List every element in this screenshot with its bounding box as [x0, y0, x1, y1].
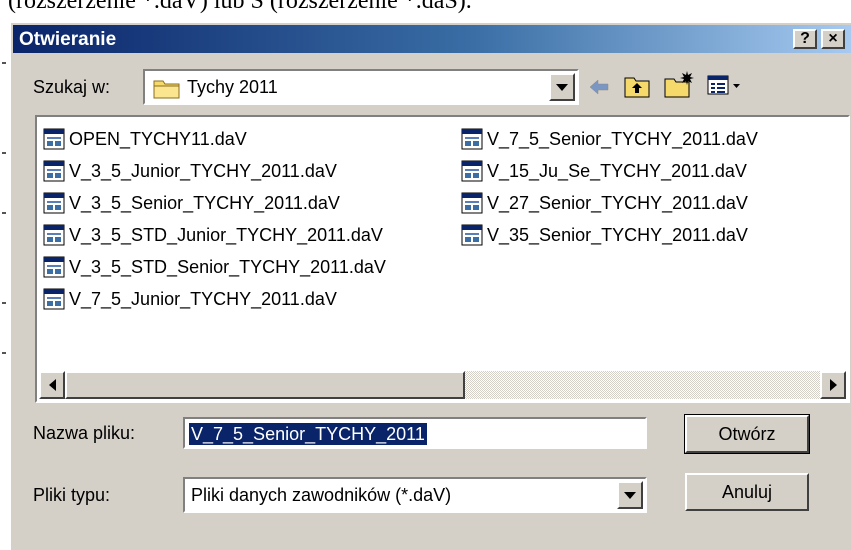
- document-background-text: (rozszerzenie *.daV) lub S (rozszerzenie…: [8, 0, 472, 14]
- file-name-text: V_3_5_Senior_TYCHY_2011.daV: [69, 192, 340, 213]
- file-list-item[interactable]: V_27_Senior_TYCHY_2011.daV: [461, 189, 748, 217]
- look-in-value: Tychy 2011: [187, 77, 278, 97]
- file-name-text: V_7_5_Junior_TYCHY_2011.daV: [69, 288, 337, 309]
- arrow-left-icon: [48, 379, 56, 391]
- document-file-icon: [43, 256, 65, 278]
- look-in-label: Szukaj w:: [33, 77, 111, 97]
- file-name-text: V_3_5_STD_Senior_TYCHY_2011.daV: [69, 256, 386, 277]
- file-name-text: V_7_5_Senior_TYCHY_2011.daV: [487, 128, 758, 149]
- file-list-item[interactable]: V_7_5_Junior_TYCHY_2011.daV: [43, 285, 337, 313]
- document-file-icon: [461, 128, 483, 150]
- file-name-text: V_3_5_Junior_TYCHY_2011.daV: [69, 160, 337, 181]
- horizontal-scrollbar[interactable]: [39, 371, 846, 399]
- file-name-input[interactable]: V_7_5_Senior_TYCHY_2011: [183, 417, 647, 449]
- file-name-label: Nazwa pliku:: [33, 423, 136, 443]
- margin-mark: [2, 212, 6, 214]
- margin-mark: [2, 152, 6, 154]
- look-in-dropdown-button[interactable]: [549, 73, 575, 101]
- document-file-icon: [461, 160, 483, 182]
- file-list-item[interactable]: V_3_5_Senior_TYCHY_2011.daV: [43, 189, 340, 217]
- chevron-down-icon: [624, 491, 636, 499]
- file-name-text: V_15_Ju_Se_TYCHY_2011.daV: [487, 160, 747, 181]
- file-list-item[interactable]: V_7_5_Senior_TYCHY_2011.daV: [461, 125, 758, 153]
- file-name-selected-text: V_7_5_Senior_TYCHY_2011: [189, 423, 427, 445]
- file-list-item[interactable]: V_15_Ju_Se_TYCHY_2011.daV: [461, 157, 747, 185]
- file-list-item[interactable]: V_3_5_STD_Junior_TYCHY_2011.daV: [43, 221, 383, 249]
- document-file-icon: [43, 288, 65, 310]
- cancel-button[interactable]: Anuluj: [685, 473, 809, 511]
- scrollbar-thumb[interactable]: [65, 371, 465, 399]
- chevron-down-icon: [556, 83, 568, 91]
- file-list-item[interactable]: V_3_5_Junior_TYCHY_2011.daV: [43, 157, 337, 185]
- document-file-icon: [43, 128, 65, 150]
- folder-icon: [153, 80, 180, 99]
- document-file-icon: [43, 224, 65, 246]
- help-button[interactable]: ?: [793, 29, 817, 49]
- margin-mark: [2, 302, 6, 304]
- file-list-item[interactable]: V_3_5_STD_Senior_TYCHY_2011.daV: [43, 253, 386, 281]
- back-arrow-icon[interactable]: [587, 75, 611, 99]
- arrow-right-icon: [829, 379, 837, 391]
- title-bar[interactable]: Otwieranie ? ×: [13, 25, 851, 53]
- look-in-dropdown[interactable]: Tychy 2011: [143, 69, 579, 105]
- margin-mark: [2, 62, 6, 64]
- file-name-text: OPEN_TYCHY11.daV: [69, 128, 247, 149]
- document-file-icon: [43, 160, 65, 182]
- up-folder-icon[interactable]: [623, 73, 651, 99]
- document-file-icon: [461, 192, 483, 214]
- margin-mark: [2, 352, 6, 354]
- file-name-text: V_3_5_STD_Junior_TYCHY_2011.daV: [69, 224, 383, 245]
- scroll-left-button[interactable]: [39, 371, 65, 399]
- file-type-dropdown[interactable]: Pliki danych zawodników (*.daV): [183, 477, 647, 513]
- file-name-text: V_35_Senior_TYCHY_2011.daV: [487, 224, 748, 245]
- close-button[interactable]: ×: [821, 29, 845, 49]
- file-type-dropdown-button[interactable]: [617, 481, 643, 509]
- document-margin: [0, 22, 10, 550]
- document-file-icon: [461, 224, 483, 246]
- scroll-right-button[interactable]: [820, 371, 846, 399]
- file-type-label: Pliki typu:: [33, 485, 111, 505]
- open-file-dialog: Otwieranie ? × Szukaj w: Tychy 2011 OPEN…: [10, 22, 851, 550]
- document-file-icon: [43, 192, 65, 214]
- open-button[interactable]: Otwórz: [684, 414, 810, 454]
- file-list-item[interactable]: V_35_Senior_TYCHY_2011.daV: [461, 221, 748, 249]
- window-title: Otwieranie: [19, 29, 117, 50]
- view-menu-icon[interactable]: [707, 75, 743, 97]
- file-list-item[interactable]: OPEN_TYCHY11.daV: [43, 125, 247, 153]
- new-folder-icon[interactable]: [663, 69, 695, 99]
- file-type-value: Pliki danych zawodników (*.daV): [191, 485, 452, 505]
- file-list[interactable]: OPEN_TYCHY11.daV V_3_5_Junior_TYCHY_2011.…: [35, 115, 850, 403]
- file-name-text: V_27_Senior_TYCHY_2011.daV: [487, 192, 748, 213]
